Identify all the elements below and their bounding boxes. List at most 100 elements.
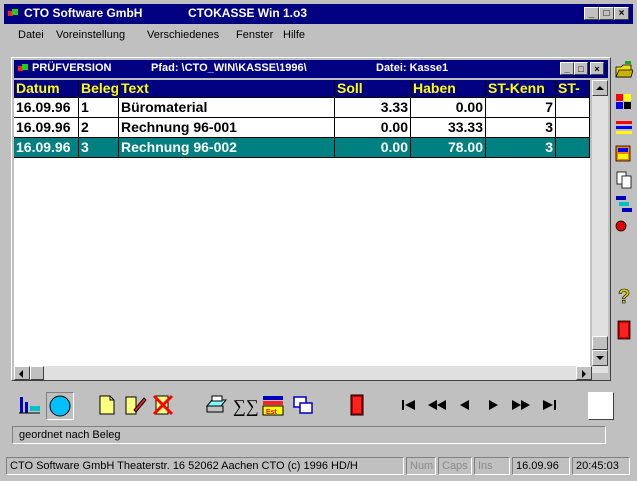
menu-fenster[interactable]: Fenster	[236, 29, 273, 41]
status-info: CTO Software GmbH Theaterstr. 16 52062 A…	[6, 457, 404, 475]
app-company: CTO Software GmbH	[24, 6, 143, 20]
cell-text: Rechnung 96-002	[119, 138, 335, 158]
copy-pages-icon[interactable]	[615, 169, 633, 191]
status-date: 16.09.96	[512, 457, 570, 475]
close-button[interactable]: ×	[614, 7, 629, 20]
svg-text:∑∑: ∑∑	[233, 396, 258, 416]
col-header-datum[interactable]: Datum	[14, 80, 79, 98]
right-toolbar: ?	[612, 57, 634, 357]
vertical-scroll-thumb[interactable]	[592, 336, 608, 350]
table-row[interactable]: 16.09.96 2 Rechnung 96-001 0.00 33.33 3	[14, 118, 590, 138]
tree-structure-icon[interactable]	[615, 193, 633, 215]
table-row[interactable]: 16.09.96 1 Büromaterial 3.33 0.00 7	[14, 98, 590, 118]
prev-record-icon[interactable]	[452, 392, 480, 420]
chart-view-icon[interactable]	[16, 392, 44, 420]
status-time: 20:45:03	[572, 457, 630, 475]
exit-door-icon[interactable]	[615, 319, 633, 341]
arrow-down-icon	[596, 356, 604, 360]
col-header-text[interactable]: Text	[119, 80, 335, 98]
child-path: Pfad: \CTO_WIN\KASSE\1996\	[151, 62, 307, 74]
new-document-icon[interactable]	[94, 392, 122, 420]
scroll-up-button[interactable]	[592, 80, 608, 96]
cell-datum: 16.09.96	[14, 138, 79, 158]
cell-haben: 33.33	[411, 118, 486, 138]
cell-st-kenn: 3	[486, 118, 556, 138]
table-row-selected[interactable]: 16.09.96 3 Rechnung 96-002 0.00 78.00 3	[14, 138, 590, 158]
cell-text: Büromaterial	[119, 98, 335, 118]
col-header-haben[interactable]: Haben	[411, 80, 486, 98]
globe-toggle-icon[interactable]	[46, 392, 74, 420]
color-grid-icon[interactable]	[615, 91, 633, 113]
cell-soll: 0.00	[335, 138, 411, 158]
scroll-right-button[interactable]	[576, 366, 592, 380]
cell-st-kenn: 7	[486, 98, 556, 118]
status-num: Num	[406, 457, 436, 475]
cell-haben: 78.00	[411, 138, 486, 158]
status-bar: CTO Software GmbH Theaterstr. 16 52062 A…	[4, 455, 633, 477]
svg-text:?: ?	[618, 286, 630, 307]
col-header-beleg[interactable]: Beleg	[79, 80, 119, 98]
cell-text: Rechnung 96-001	[119, 118, 335, 138]
cell-st	[556, 98, 590, 118]
col-header-st[interactable]: ST-	[556, 80, 590, 98]
fast-forward-icon[interactable]	[508, 392, 536, 420]
maximize-button[interactable]: □	[599, 7, 614, 20]
app-window: CTO Software GmbH CTOKASSE Win 1.o3 _ □ …	[0, 0, 637, 481]
arrow-up-icon	[596, 86, 604, 90]
menu-hilfe[interactable]: Hilfe	[283, 29, 305, 41]
hint-bar: geordnet nach Beleg	[12, 426, 606, 444]
fast-back-icon[interactable]	[424, 392, 452, 420]
child-maximize-button[interactable]: □	[574, 62, 588, 75]
help-question-icon[interactable]: ?	[615, 285, 633, 309]
edit-document-icon[interactable]	[122, 392, 150, 420]
last-record-icon[interactable]	[536, 392, 564, 420]
child-version: PRÜFVERSION	[32, 62, 112, 74]
tax-report-icon[interactable]: Est	[260, 392, 288, 420]
child-minimize-button[interactable]: _	[560, 62, 574, 75]
arrow-left-icon	[19, 370, 23, 378]
menu-verschiedenes[interactable]: Verschiedenes	[147, 29, 219, 41]
sum-icon[interactable]: ∑∑	[232, 392, 260, 420]
status-caps: Caps	[438, 457, 472, 475]
horizontal-scrollbar[interactable]	[14, 366, 592, 380]
vertical-scrollbar[interactable]	[592, 80, 608, 373]
window-layout-icon[interactable]	[615, 143, 633, 165]
scroll-left-button[interactable]	[14, 366, 30, 380]
svg-text:Est: Est	[266, 409, 278, 416]
cell-st	[556, 118, 590, 138]
arrow-right-icon	[582, 370, 586, 378]
record-red-dot-icon[interactable]	[615, 215, 633, 237]
cell-beleg: 2	[79, 118, 119, 138]
next-record-icon[interactable]	[480, 392, 508, 420]
child-close-button[interactable]: ×	[590, 62, 604, 75]
journal-table: Datum Beleg Text Soll Haben ST-Kenn ST- …	[14, 80, 590, 373]
horizontal-scroll-thumb[interactable]	[30, 366, 44, 380]
menu-voreinstellung[interactable]: Voreinstellung	[56, 29, 125, 41]
scroll-down-button[interactable]	[592, 350, 608, 366]
child-file: Datei: Kasse1	[376, 62, 449, 74]
delete-document-icon[interactable]	[150, 392, 178, 420]
minimize-button[interactable]: _	[584, 7, 599, 20]
menu-datei[interactable]: Datei	[18, 29, 44, 41]
copy-windows-icon[interactable]	[290, 392, 318, 420]
cell-datum: 16.09.96	[14, 118, 79, 138]
status-ins: Ins	[474, 457, 510, 475]
list-lines-icon[interactable]	[615, 117, 633, 139]
child-window: PRÜFVERSION Pfad: \CTO_WIN\KASSE\1996\ D…	[11, 57, 611, 381]
child-icon	[18, 64, 30, 73]
first-record-icon[interactable]	[396, 392, 424, 420]
record-input-field[interactable]	[588, 392, 614, 420]
open-folder-icon[interactable]	[615, 59, 634, 81]
title-bar: CTO Software GmbH CTOKASSE Win 1.o3 _ □ …	[4, 4, 633, 24]
cell-beleg: 1	[79, 98, 119, 118]
print-icon[interactable]	[204, 392, 232, 420]
cell-soll: 0.00	[335, 118, 411, 138]
col-header-st-kenn[interactable]: ST-Kenn	[486, 80, 556, 98]
exit-door-icon[interactable]	[344, 392, 372, 420]
col-header-soll[interactable]: Soll	[335, 80, 411, 98]
cell-st	[556, 138, 590, 158]
app-icon	[8, 9, 20, 18]
cell-datum: 16.09.96	[14, 98, 79, 118]
cell-soll: 3.33	[335, 98, 411, 118]
cell-haben: 0.00	[411, 98, 486, 118]
